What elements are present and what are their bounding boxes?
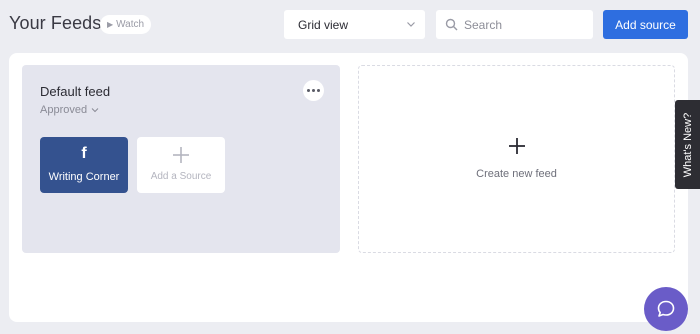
search-box bbox=[436, 10, 593, 39]
chat-button[interactable] bbox=[644, 287, 688, 331]
feed-menu-button[interactable] bbox=[303, 80, 324, 101]
source-label: Writing Corner bbox=[48, 171, 120, 183]
top-bar: Your Feeds ▶ Watch Grid view Add source bbox=[0, 0, 700, 50]
feeds-panel: Default feed Approved f Writing Corner A… bbox=[9, 53, 688, 322]
facebook-icon: f bbox=[81, 145, 87, 162]
add-a-source-tile[interactable]: Add a Source bbox=[137, 137, 225, 193]
add-a-source-label: Add a Source bbox=[150, 171, 212, 182]
feed-status-dropdown[interactable]: Approved bbox=[40, 104, 99, 116]
search-icon bbox=[445, 18, 458, 31]
whats-new-label: What's New? bbox=[681, 112, 694, 177]
watch-button[interactable]: ▶ Watch bbox=[100, 15, 151, 34]
more-horizontal-icon bbox=[307, 89, 310, 92]
chevron-down-icon bbox=[91, 108, 99, 113]
page-title: Your Feeds bbox=[9, 13, 102, 33]
play-icon: ▶ bbox=[106, 20, 114, 29]
watch-label: Watch bbox=[116, 19, 145, 30]
chevron-down-icon bbox=[407, 22, 415, 27]
source-tile[interactable]: f Writing Corner bbox=[40, 137, 128, 193]
plus-icon bbox=[509, 138, 525, 154]
view-mode-select[interactable]: Grid view bbox=[284, 10, 425, 39]
plus-icon bbox=[173, 147, 189, 163]
feed-status-label: Approved bbox=[40, 104, 88, 116]
whats-new-tab[interactable]: What's New? bbox=[675, 100, 700, 189]
feed-card[interactable]: Default feed Approved f Writing Corner A… bbox=[22, 65, 340, 253]
add-source-button[interactable]: Add source bbox=[603, 10, 688, 39]
feed-name: Default feed bbox=[40, 84, 111, 99]
chat-bubble-icon bbox=[657, 300, 675, 317]
view-mode-value: Grid view bbox=[298, 17, 349, 32]
create-feed-card[interactable]: Create new feed bbox=[358, 65, 675, 253]
search-input[interactable] bbox=[464, 16, 584, 33]
create-feed-label: Create new feed bbox=[476, 168, 557, 180]
